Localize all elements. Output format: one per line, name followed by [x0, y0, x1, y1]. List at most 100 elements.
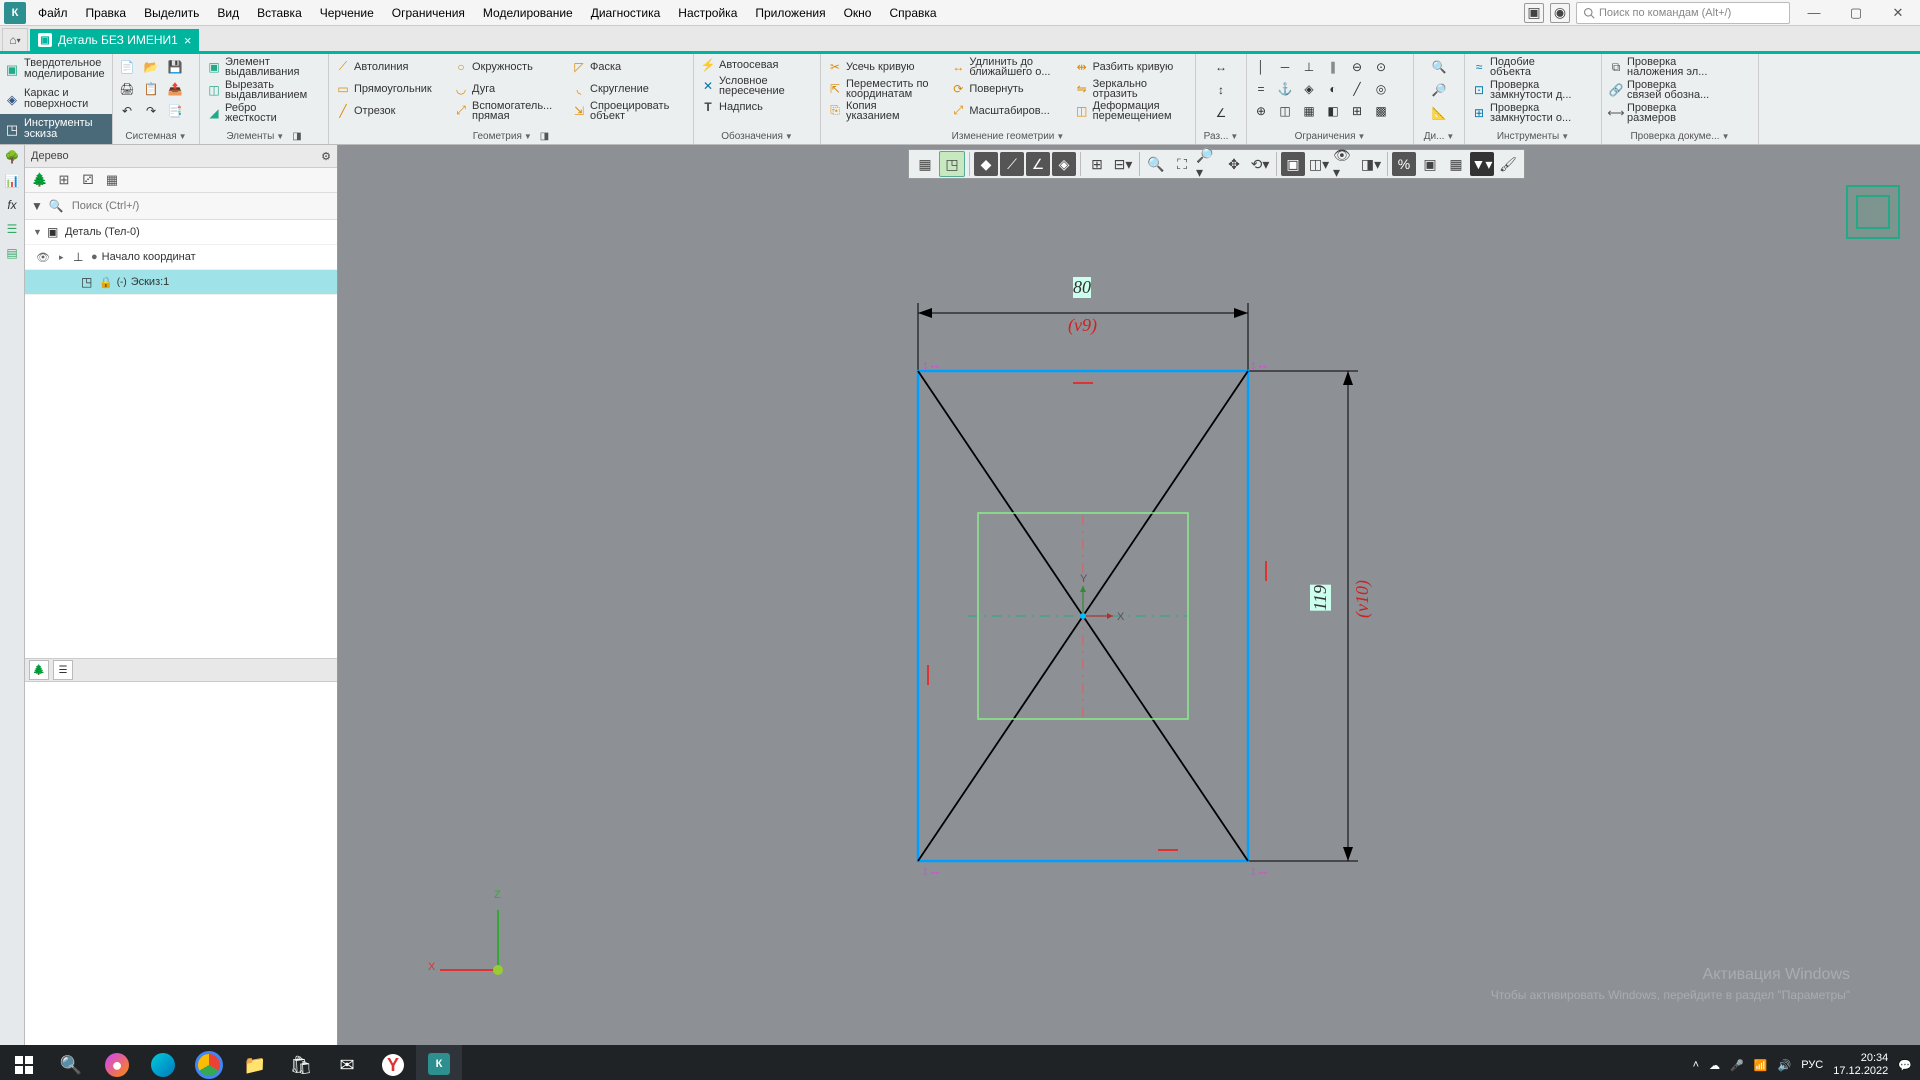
split-button[interactable]: ⇹Разбить кривую	[1071, 58, 1192, 76]
dim-icon-3[interactable]: ∠	[1210, 102, 1232, 124]
eye-icon[interactable]: 👁	[36, 251, 50, 264]
dim-vertical[interactable]: 119	[1310, 585, 1331, 611]
vb-snap1[interactable]: ◆	[974, 152, 998, 176]
c-r3-icon[interactable]: ▦	[1298, 100, 1320, 122]
menu-constraints[interactable]: Ограничения	[384, 3, 473, 23]
vb-zoom-dd[interactable]: 🔎▾	[1196, 152, 1220, 176]
lb-fx-icon[interactable]: fx	[2, 195, 22, 215]
autoline-button[interactable]: ⟋Автолиния	[332, 58, 448, 76]
start-button[interactable]	[0, 1045, 48, 1080]
vb-show[interactable]: 👁▾	[1333, 152, 1357, 176]
task-search[interactable]: 🔍	[48, 1045, 94, 1080]
vb-snap3[interactable]: ∠	[1026, 152, 1050, 176]
c-vert-icon[interactable]: │	[1250, 56, 1272, 78]
lb-tree-icon[interactable]: 🌳	[2, 147, 22, 167]
tray-volume-icon[interactable]: 🔊	[1778, 1059, 1792, 1072]
undo-icon[interactable]: ↶	[116, 100, 138, 122]
menu-edit[interactable]: Правка	[78, 3, 135, 23]
c-perp-icon[interactable]: ⊥	[1298, 56, 1320, 78]
c-tangent-icon[interactable]: ⊖	[1346, 56, 1368, 78]
autoaxis-button[interactable]: ⚡Автоосевая	[697, 56, 817, 74]
c-colin-icon[interactable]: ╱	[1346, 78, 1368, 100]
task-edge[interactable]	[140, 1045, 186, 1080]
overlap-check-button[interactable]: ⧉Проверка наложения эл...	[1605, 56, 1755, 78]
redo-icon[interactable]: ↷	[140, 100, 162, 122]
scale-button[interactable]: ⤢Масштабиров...	[947, 102, 1068, 120]
mode-solid[interactable]: ▣Твердотельное моделирование	[0, 54, 112, 84]
dim-horizontal[interactable]: 80	[1073, 277, 1091, 298]
lb-layers-icon[interactable]: ▤	[2, 243, 22, 263]
tree-sketch[interactable]: ◳ 🔒 (-) Эскиз:1	[25, 270, 337, 295]
similarity-button[interactable]: ≈Подобие объекта	[1468, 56, 1598, 78]
project-button[interactable]: ⇲Спроецировать объект	[568, 100, 684, 122]
home-tab[interactable]: ⌂ ▾	[2, 28, 28, 51]
copy-icon[interactable]: 📑	[164, 100, 186, 122]
tree-root[interactable]: ▼▣ Деталь (Тел-0)	[25, 220, 337, 245]
task-chrome[interactable]	[186, 1045, 232, 1080]
panel-gear-icon[interactable]: ⚙	[321, 150, 331, 163]
vb-section[interactable]: ◨▾	[1359, 152, 1383, 176]
c-r5-icon[interactable]: ⊞	[1346, 100, 1368, 122]
vb-part[interactable]: ▣	[1418, 152, 1442, 176]
c-r6-icon[interactable]: ▩	[1370, 100, 1392, 122]
vb-display[interactable]: ▣	[1281, 152, 1305, 176]
task-mail[interactable]: ✉	[324, 1045, 370, 1080]
tree-mode-icon[interactable]: 🌲	[31, 171, 49, 189]
menu-select[interactable]: Выделить	[136, 3, 207, 23]
command-search[interactable]: Поиск по командам (Alt+/)	[1576, 2, 1790, 24]
task-store[interactable]: 🛍	[278, 1045, 324, 1080]
tray-notifications-icon[interactable]: 💬	[1898, 1059, 1912, 1072]
menu-help[interactable]: Справка	[881, 3, 944, 23]
tree-origin[interactable]: 👁 ▸⊥ ● Начало координат	[25, 245, 337, 270]
lb-list-icon[interactable]: ☰	[2, 219, 22, 239]
extend-button[interactable]: ↔Удлинить до ближайшего о...	[947, 56, 1068, 78]
menu-settings[interactable]: Настройка	[670, 3, 745, 23]
menu-insert[interactable]: Вставка	[249, 3, 310, 23]
task-explorer[interactable]: 📁	[232, 1045, 278, 1080]
c-r2-icon[interactable]: ◫	[1274, 100, 1296, 122]
canvas[interactable]: ▦ ◳ ◆ ⟋ ∠ ◈ ⊞ ⊟▾ 🔍 ⛶ 🔎▾ ✥ ⟲▾ ▣ ◫▾ 👁▾ ◨▾ …	[338, 145, 1920, 1045]
text-button[interactable]: TНадпись	[697, 98, 817, 116]
print-icon[interactable]: 🖨	[116, 78, 138, 100]
tray-mic-icon[interactable]: 🎤	[1730, 1059, 1744, 1072]
di-icon-2[interactable]: 🔎	[1428, 79, 1450, 101]
arc-button[interactable]: ◡Дуга	[450, 80, 566, 98]
vb-color[interactable]: 🖌	[1496, 152, 1520, 176]
preview-icon[interactable]: 📋	[140, 78, 162, 100]
filter-icon[interactable]: ▼	[31, 199, 43, 213]
tray-onedrive-icon[interactable]: ☁	[1709, 1059, 1720, 1072]
close-button[interactable]: ✕	[1880, 3, 1916, 23]
save-icon[interactable]: 💾	[164, 56, 186, 78]
copy-pick-button[interactable]: ⎘Копия указанием	[824, 100, 945, 122]
orientation-cube[interactable]	[1846, 185, 1900, 239]
c-r4-icon[interactable]: ◧	[1322, 100, 1344, 122]
menu-modeling[interactable]: Моделирование	[475, 3, 581, 23]
tree-filter-icon[interactable]: ⚂	[79, 171, 97, 189]
menu-diagnostics[interactable]: Диагностика	[583, 3, 669, 23]
vb-pan[interactable]: ✥	[1222, 152, 1246, 176]
c-horiz-icon[interactable]: ─	[1274, 56, 1296, 78]
c-midp-icon[interactable]: ◐	[1322, 78, 1344, 100]
vb-rotate[interactable]: ⟲▾	[1248, 152, 1272, 176]
lb-vars-icon[interactable]: 📊	[2, 171, 22, 191]
tree-expand-icon[interactable]: ⊞	[55, 171, 73, 189]
new-doc-icon[interactable]: 📄	[116, 56, 138, 78]
fillet-button[interactable]: ◟Скругление	[568, 80, 684, 98]
vb-normal-to[interactable]: ◳	[939, 151, 965, 177]
closed-check-o-button[interactable]: ⊞Проверка замкнутости о...	[1468, 102, 1598, 124]
virtual-intersect-button[interactable]: ✕Условное пересечение	[697, 75, 817, 97]
mode-sketch-tools[interactable]: ◳Инструменты эскиза	[0, 114, 112, 144]
di-icon-3[interactable]: 📐	[1428, 102, 1450, 124]
doc-tab-close[interactable]: ×	[184, 33, 192, 48]
line-button[interactable]: ╱Отрезок	[332, 102, 448, 120]
rotate-button[interactable]: ⟳Повернуть	[947, 80, 1068, 98]
tree-grid-icon[interactable]: ▦	[103, 171, 121, 189]
split-tree-icon[interactable]: 🌲	[29, 660, 49, 680]
di-icon-1[interactable]: 🔍	[1428, 56, 1450, 78]
layout-icon[interactable]: ▣	[1524, 3, 1544, 23]
chamfer-button[interactable]: ◸Фаска	[568, 58, 684, 76]
aux-line-button[interactable]: ⤢Вспомогатель... прямая	[450, 100, 566, 122]
vb-display-dd[interactable]: ◫▾	[1307, 152, 1331, 176]
task-browser-yandex[interactable]: ●	[94, 1045, 140, 1080]
move-coord-button[interactable]: ⇱Переместить по координатам	[824, 78, 945, 100]
